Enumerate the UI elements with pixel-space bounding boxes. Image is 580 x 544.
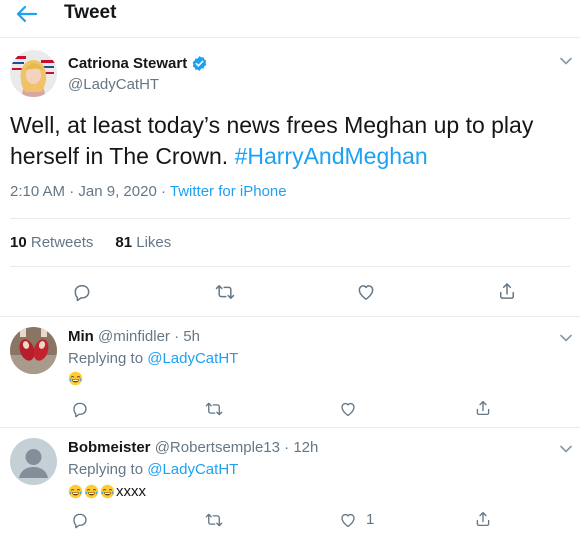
author-name[interactable]: Catriona Stewart [68, 55, 187, 72]
tweet-date[interactable]: Jan 9, 2020 [78, 183, 156, 200]
reply-text [68, 371, 84, 386]
hashtag-link[interactable]: #HarryAndMeghan [235, 143, 428, 169]
reply-time[interactable]: 12h [293, 439, 318, 456]
share-icon[interactable] [497, 281, 517, 301]
reply-header: Min @minfidler · 5h [68, 328, 200, 345]
tweet-stats: 10 Retweets 81 Likes [10, 234, 171, 251]
reply-tweet[interactable]: Bobmeister @Robertsemple13 · 12h Replyin… [0, 428, 580, 544]
replying-to-label: Replying to [68, 461, 144, 478]
author-avatar-image [10, 50, 57, 97]
reply-author-name[interactable]: Min [68, 328, 94, 345]
author-handle[interactable]: @LadyCatHT [68, 76, 159, 93]
reply-avatar[interactable] [10, 438, 57, 485]
tweet-source-link[interactable]: Twitter for iPhone [170, 183, 287, 200]
chevron-down-icon[interactable] [559, 444, 573, 454]
reply-text: xxxx [68, 483, 146, 500]
page-title: Tweet [64, 2, 117, 23]
tweet-time[interactable]: 2:10 AM [10, 183, 65, 200]
chevron-down-icon[interactable] [559, 333, 573, 343]
divider [10, 266, 570, 267]
heart-icon[interactable] [339, 400, 357, 418]
replying-to-link[interactable]: @LadyCatHT [147, 461, 238, 478]
reply-text-body: xxxx [116, 483, 146, 500]
retweets-stat[interactable]: 10 Retweets [10, 234, 93, 251]
face-with-tears-of-joy-emoji [68, 371, 83, 386]
reply-tweet[interactable]: Min @minfidler · 5h Replying to @LadyCat… [0, 317, 580, 427]
reply-author-handle[interactable]: @minfidler [98, 328, 170, 345]
heart-icon[interactable] [339, 511, 357, 529]
retweet-icon[interactable] [215, 282, 235, 302]
reply-author-handle[interactable]: @Robertsemple13 [155, 439, 280, 456]
heart-icon[interactable] [356, 282, 376, 302]
meta-separator: · [69, 183, 75, 200]
chevron-down-icon[interactable] [559, 56, 573, 66]
like-count: 1 [366, 511, 375, 528]
reply-icon[interactable] [71, 511, 89, 529]
face-with-tears-of-joy-emoji [68, 484, 83, 499]
retweet-icon[interactable] [205, 400, 223, 418]
arrow-left-icon [16, 5, 38, 23]
face-with-tears-of-joy-emoji [100, 484, 115, 499]
default-avatar-icon [10, 438, 57, 485]
back-button[interactable] [14, 4, 38, 24]
retweet-icon[interactable] [205, 511, 223, 529]
header-divider [0, 37, 580, 38]
retweets-count: 10 [10, 234, 27, 251]
share-icon[interactable] [474, 510, 492, 528]
reply-avatar[interactable] [10, 327, 57, 374]
reply-author-name[interactable]: Bobmeister [68, 439, 151, 456]
replying-to-link[interactable]: @LadyCatHT [147, 350, 238, 367]
divider [10, 218, 570, 219]
replying-to-label: Replying to [68, 350, 144, 367]
tweet-text: Well, at least today’s news frees Meghan… [10, 110, 570, 172]
reply-header: Bobmeister @Robertsemple13 · 12h [68, 439, 318, 456]
meta-separator: · [284, 439, 290, 456]
replying-to: Replying to @LadyCatHT [68, 350, 238, 367]
share-icon[interactable] [474, 399, 492, 417]
reply-time[interactable]: 5h [183, 328, 200, 345]
page-header: Tweet [0, 0, 580, 30]
retweets-label: Retweets [30, 234, 94, 251]
reply-avatar-image [10, 327, 57, 374]
likes-label: Likes [136, 234, 172, 251]
meta-separator: · [174, 328, 180, 345]
face-with-tears-of-joy-emoji [84, 484, 99, 499]
replying-to: Replying to @LadyCatHT [68, 461, 238, 478]
meta-separator: · [160, 183, 166, 200]
likes-stat[interactable]: 81 Likes [115, 234, 171, 251]
author-name-row[interactable]: Catriona Stewart [68, 55, 208, 72]
tweet-timestamp: 2:10 AM · Jan 9, 2020 · Twitter for iPho… [10, 183, 287, 200]
author-avatar[interactable] [10, 50, 57, 97]
reply-icon[interactable] [71, 400, 89, 418]
verified-badge-icon [192, 56, 207, 71]
reply-icon[interactable] [72, 282, 92, 302]
likes-count: 81 [115, 234, 133, 251]
